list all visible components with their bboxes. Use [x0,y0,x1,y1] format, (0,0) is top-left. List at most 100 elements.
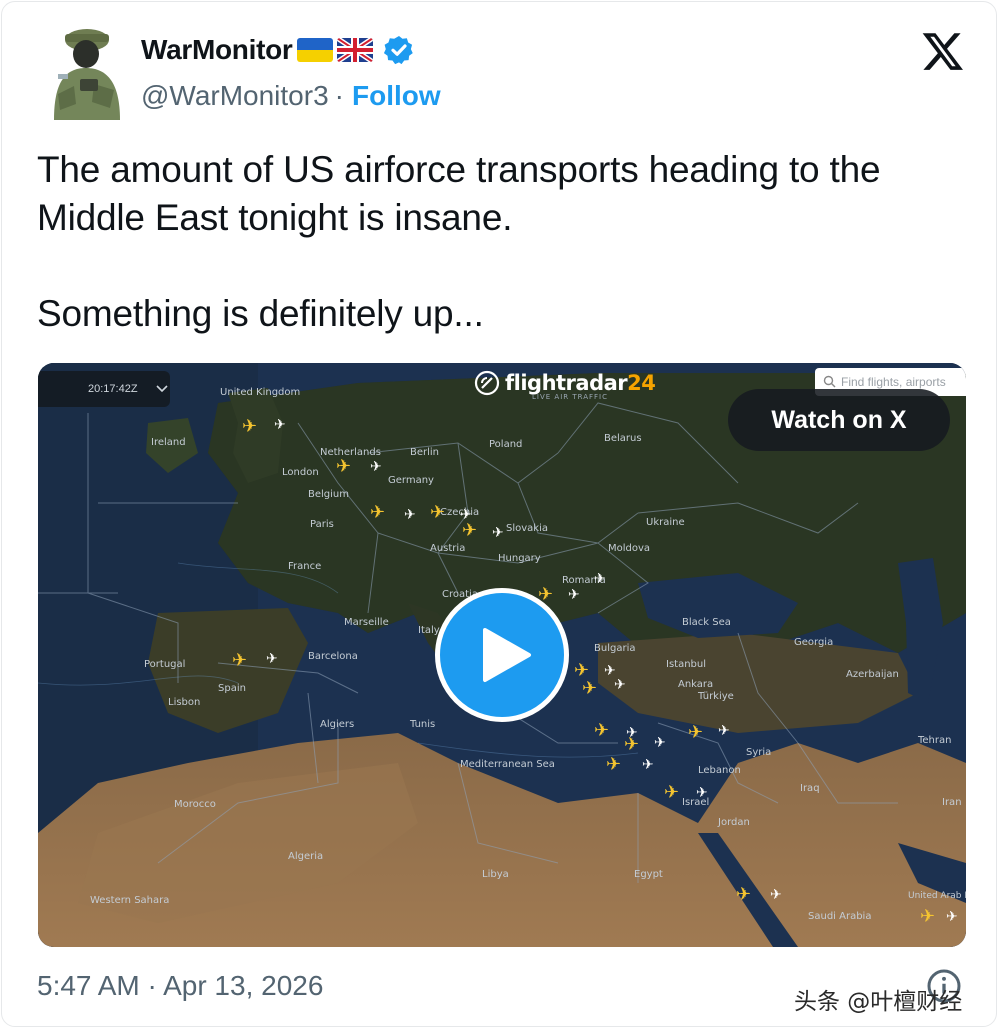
verified-badge-icon [383,36,413,65]
map-label: Algeria [288,851,324,862]
aircraft-marker-icon[interactable]: ✈ [606,755,621,773]
uk-flag-icon [336,38,373,62]
map-label: Azerbaijan [846,669,899,680]
map-label: Türkiye [698,691,734,702]
follow-button[interactable]: Follow [352,80,441,112]
map-label: Paris [310,519,334,530]
author-name-row: WarMonitor [141,34,415,66]
map-label: Austria [430,543,466,554]
tweet-text: The amount of US airforce transports hea… [37,146,967,338]
aircraft-marker-icon[interactable]: ✈ [946,907,958,925]
aircraft-marker-icon[interactable]: ✈ [274,415,286,433]
map-label: Slovakia [506,523,548,534]
aircraft-marker-icon[interactable]: ✈ [370,457,382,475]
play-icon [483,628,531,682]
play-button[interactable] [435,588,569,722]
map-label: Tehran [918,735,952,746]
map-label: Hungary [498,553,541,564]
x-logo-icon[interactable] [920,29,966,73]
map-label: Georgia [794,637,834,648]
aircraft-marker-icon[interactable]: ✈ [266,649,278,667]
tweet-timestamp[interactable]: 5:47 AM · Apr 13, 2026 [37,970,323,1002]
author-avatar[interactable] [50,24,124,120]
map-label: Jordan [718,817,750,828]
aircraft-marker-icon[interactable]: ✈ [242,417,257,435]
author-handle-row: @WarMonitor3 · Follow [141,80,441,112]
aircraft-marker-icon[interactable]: ✈ [404,505,416,523]
brand-number: 24 [627,371,656,395]
map-label: Syria [746,747,772,758]
aircraft-marker-icon[interactable]: ✈ [370,503,385,521]
aircraft-marker-icon[interactable]: ✈ [624,735,639,753]
map-label: Bulgaria [594,643,636,654]
aircraft-marker-icon[interactable]: ✈ [594,721,609,739]
aircraft-marker-icon[interactable]: ✈ [614,675,626,693]
map-label: Spain [218,683,246,694]
search-icon [823,375,836,388]
tweet-card: WarMonitor @WarMonitor3 · Follow The amo… [1,1,997,1027]
map-label: United Arab Emirates [908,891,966,901]
map-label: Mediterranean Sea [460,759,555,770]
map-label: Germany [388,475,434,486]
chevron-down-icon [155,385,168,393]
map-label: Iraq [800,783,820,794]
map-label: Berlin [410,447,440,458]
aircraft-marker-icon[interactable]: ✈ [594,569,606,587]
author-handle[interactable]: @WarMonitor3 [141,80,329,112]
map-label: Belarus [604,433,642,444]
map-label: Libya [482,869,509,880]
aircraft-marker-icon[interactable]: ✈ [920,907,935,925]
map-label: Tunis [410,719,436,730]
aircraft-marker-icon[interactable]: ✈ [688,723,703,741]
aircraft-marker-icon[interactable]: ✈ [462,521,477,539]
map-label: Algiers [320,719,355,730]
radar-icon [474,370,500,396]
brand-tagline: LIVE AIR TRAFFIC [532,393,608,401]
map-label: United Kingdom [220,387,301,398]
map-label: France [288,561,322,572]
aircraft-marker-icon[interactable]: ✈ [718,721,730,739]
aircraft-marker-icon[interactable]: ✈ [492,523,504,541]
author-display-name[interactable]: WarMonitor [141,34,293,66]
aircraft-marker-icon[interactable]: ✈ [642,755,654,773]
map-label: Saudi Arabia [808,911,872,922]
aircraft-marker-icon[interactable]: ✈ [430,503,445,521]
tweet-text-line: Middle East tonight is insane. [37,197,513,238]
brand-name: flightradar [505,371,628,395]
aircraft-marker-icon[interactable]: ✈ [336,457,351,475]
video-player[interactable]: United Kingdom Ireland Netherlands Berli… [38,363,966,947]
map-label: Barcelona [308,651,358,662]
map-label: Iran [942,797,962,808]
map-label: Black Sea [682,617,731,628]
aircraft-marker-icon[interactable]: ✈ [664,783,679,801]
aircraft-marker-icon[interactable]: ✈ [696,783,708,801]
watch-on-x-button[interactable]: Watch on X [728,389,950,451]
map-label: Istanbul [666,659,707,670]
time-readout: 20:17:42Z [88,383,138,395]
map-label: Lebanon [698,765,741,776]
time-selector[interactable]: 20:17:42Z [38,371,170,407]
map-label: Ankara [678,679,714,690]
aircraft-marker-icon[interactable]: ✈ [770,885,782,903]
map-label: Egypt [634,869,663,880]
map-label: Morocco [174,799,216,810]
aircraft-marker-icon[interactable]: ✈ [654,733,666,751]
map-label: Western Sahara [90,895,170,906]
ukraine-flag-icon [296,38,333,62]
map-label: Ukraine [646,517,685,528]
source-watermark: 头条 @叶檀财经 [794,989,963,1015]
flightradar-logo: flightradar 24 LIVE AIR TRAFFIC [474,365,656,401]
map-label: Poland [489,439,523,450]
map-label: Italy [418,625,440,636]
map-label: Ireland [151,437,186,448]
tweet-text-line: Something is definitely up... [37,293,484,334]
map-label: Lisbon [168,697,201,708]
separator-dot: · [334,80,344,111]
map-label: Moldova [608,543,651,554]
aircraft-marker-icon[interactable]: ✈ [582,679,597,697]
aircraft-marker-icon[interactable]: ✈ [574,661,589,679]
aircraft-marker-icon[interactable]: ✈ [232,651,247,669]
aircraft-marker-icon[interactable]: ✈ [568,585,580,603]
aircraft-marker-icon[interactable]: ✈ [736,885,751,903]
map-label: Belgium [308,489,349,500]
